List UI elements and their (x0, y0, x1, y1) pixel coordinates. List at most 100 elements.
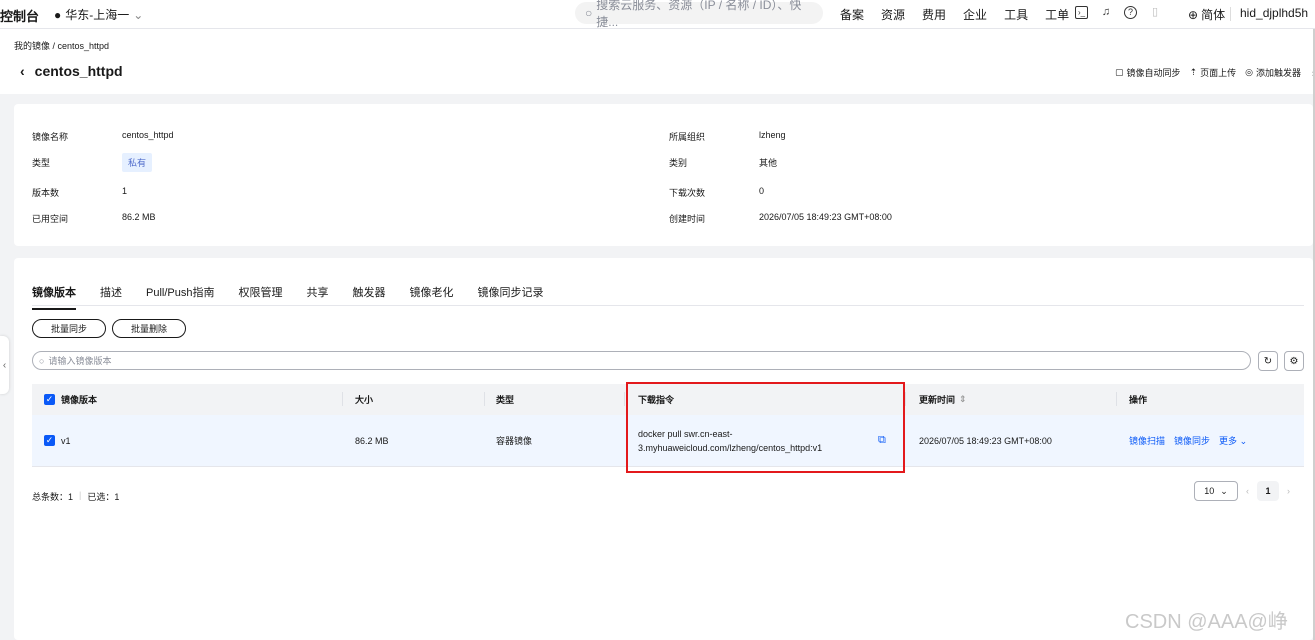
selected-count: 已选：1 (87, 492, 120, 502)
global-search-input[interactable]: ○ 搜索云服务、资源（IP / 名称 / ID）、快捷... (575, 0, 823, 29)
nav-item-billing[interactable]: 费用 (922, 6, 946, 23)
type-badge: 私有 (122, 153, 153, 172)
image-sync-link[interactable]: 镜像同步 (1174, 434, 1210, 447)
back-arrow-icon[interactable]: ‹ (20, 63, 25, 79)
nav-item-tickets[interactable]: 工单 (1045, 6, 1069, 23)
watermark: CSDN @AAA@峥 (1125, 611, 1288, 633)
used-space-label: 已用空间 (32, 214, 69, 224)
language-selector[interactable]: ⊕ 简体 (1188, 6, 1225, 23)
version-filter-input[interactable]: ○ 请输入镜像版本 (32, 351, 1251, 370)
page-title-row: ‹ centos_httpd (20, 63, 123, 79)
page-upload-button[interactable]: ⇡ 页面上传 (1190, 66, 1237, 79)
category-label: 类别 (669, 158, 688, 168)
header-actions: 操作 (1129, 395, 1148, 405)
top-navbar: 控制台 ● 华东-上海一 ⌄ ○ 搜索云服务、资源（IP / 名称 / ID）、… (0, 0, 1315, 29)
terminal-icon[interactable]: ›_ (1075, 5, 1088, 19)
tab-image-versions[interactable]: 镜像版本 (32, 284, 76, 310)
tab-permissions[interactable]: 权限管理 (238, 284, 282, 310)
image-scan-link[interactable]: 镜像扫描 (1129, 434, 1165, 447)
divider: | (79, 490, 82, 500)
header-actions: ▢镜像自动同步 ⇡页面上传 ◎添加触发器› (1115, 66, 1315, 79)
tab-divider (32, 305, 1304, 306)
feedback-icon[interactable]: ▯ (1148, 5, 1162, 19)
globe-icon: ⊕ (1188, 7, 1199, 22)
row-checkbox[interactable]: ✓ (44, 435, 55, 446)
batch-sync-button[interactable]: 批量同步 (32, 319, 106, 338)
org-label: 所属组织 (669, 132, 706, 142)
total-count: 总条数：1 (32, 492, 74, 502)
help-icon[interactable]: ? (1124, 5, 1137, 19)
pagination: 10 ⌄ ‹ 1 › (1194, 481, 1290, 501)
column-divider (905, 392, 906, 406)
console-brand[interactable]: 控制台 (0, 6, 39, 25)
breadcrumb[interactable]: 我的镜像 / centos_httpd (14, 39, 109, 52)
chevron-down-icon: ⌄ (1220, 485, 1228, 496)
upload-icon: ⇡ (1189, 67, 1198, 77)
nav-item-tools[interactable]: 工具 (1004, 6, 1028, 23)
select-all-checkbox[interactable]: ✓ (44, 394, 55, 405)
page-number-button[interactable]: 1 (1257, 481, 1279, 501)
gear-icon: ⚙ (1289, 355, 1299, 367)
top-right-icons: ›_ ♫ ? ▯ (1075, 5, 1162, 19)
search-icon: ○ (39, 355, 45, 366)
refresh-icon: ↻ (1263, 355, 1273, 367)
nav-item-resources[interactable]: 资源 (881, 6, 905, 23)
tab-description[interactable]: 描述 (100, 284, 122, 310)
chevron-down-icon: ⌄ (1239, 436, 1248, 446)
column-divider (342, 392, 343, 406)
more-actions-dropdown[interactable]: 更多 ⌄ (1219, 434, 1247, 447)
created-label: 创建时间 (669, 214, 706, 224)
header-type: 类型 (496, 395, 515, 405)
user-account[interactable]: hid_djplhd5h (1240, 6, 1308, 20)
refresh-button[interactable]: ↻ (1258, 351, 1278, 371)
highlight-box (626, 382, 905, 473)
versions-value: 1 (122, 186, 128, 196)
nav-item-filing[interactable]: 备案 (840, 6, 864, 23)
page-header: 我的镜像 / centos_httpd ‹ centos_httpd ▢ 镜像自动… (0, 29, 1315, 94)
row-updated-time: 2026/07/05 18:49:23 GMT+08:00 (919, 435, 1052, 446)
column-divider (1116, 392, 1117, 406)
nav-item-enterprise[interactable]: 企业 (963, 6, 987, 23)
page-size-select[interactable]: 10 ⌄ (1194, 481, 1238, 501)
search-placeholder: 搜索云服务、资源（IP / 名称 / ID）、快捷... (596, 0, 802, 29)
table-footer-summary: 总条数：1 | 已选：1 (32, 490, 119, 503)
location-pin-icon: ● (54, 7, 62, 22)
add-trigger-button[interactable]: ◎添加触发器› (1245, 66, 1315, 79)
column-divider (624, 392, 625, 406)
image-info-card: 镜像名称 centos_httpd 类型 私有 版本数 1 已用空间 86.2 … (14, 104, 1313, 246)
chevron-down-icon: ⌄ (133, 7, 144, 22)
sort-icon: ⇕ (959, 394, 967, 404)
tab-sync-records[interactable]: 镜像同步记录 (477, 284, 543, 310)
downloads-value: 0 (759, 186, 765, 196)
category-value: 其他 (759, 158, 778, 168)
tab-pull-push-guide[interactable]: Pull/Push指南 (146, 284, 214, 310)
trigger-icon: ◎ (1245, 67, 1253, 77)
row-version-cell: ✓ v1 (44, 415, 71, 466)
batch-delete-button[interactable]: 批量删除 (112, 319, 186, 338)
type-label: 类型 (32, 158, 51, 168)
sidebar-toggle-button[interactable]: ‹ (0, 336, 9, 394)
region-selector[interactable]: ● 华东-上海一 ⌄ (54, 6, 143, 23)
org-value: lzheng (759, 130, 786, 140)
auto-sync-button[interactable]: ▢ 镜像自动同步 (1115, 66, 1181, 79)
sync-icon: ▢ (1115, 67, 1124, 77)
tab-image-aging[interactable]: 镜像老化 (409, 284, 453, 310)
language-label: 简体 (1201, 8, 1226, 22)
tab-triggers[interactable]: 触发器 (352, 284, 385, 310)
row-size: 86.2 MB (355, 435, 389, 446)
tab-share[interactable]: 共享 (306, 284, 328, 310)
downloads-label: 下载次数 (669, 188, 706, 198)
tab-bar: 镜像版本 描述 Pull/Push指南 权限管理 共享 触发器 镜像老化 镜像同… (32, 284, 543, 310)
created-value: 2026/07/05 18:49:23 GMT+08:00 (759, 212, 892, 222)
settings-button[interactable]: ⚙ (1284, 351, 1304, 371)
page-title: centos_httpd (34, 63, 123, 79)
next-page-button[interactable]: › (1287, 486, 1290, 496)
search-icon: ○ (585, 6, 593, 20)
versions-label: 版本数 (32, 188, 60, 198)
top-nav-menu: 备案 资源 费用 企业 工具 工单 (840, 6, 1069, 23)
bell-icon[interactable]: ♫ (1099, 5, 1113, 19)
row-type: 容器镜像 (496, 436, 533, 446)
prev-page-button[interactable]: ‹ (1246, 486, 1249, 496)
header-updated-time[interactable]: 更新时间 ⇕ (919, 384, 967, 415)
chevron-left-icon: ‹ (2, 359, 7, 371)
